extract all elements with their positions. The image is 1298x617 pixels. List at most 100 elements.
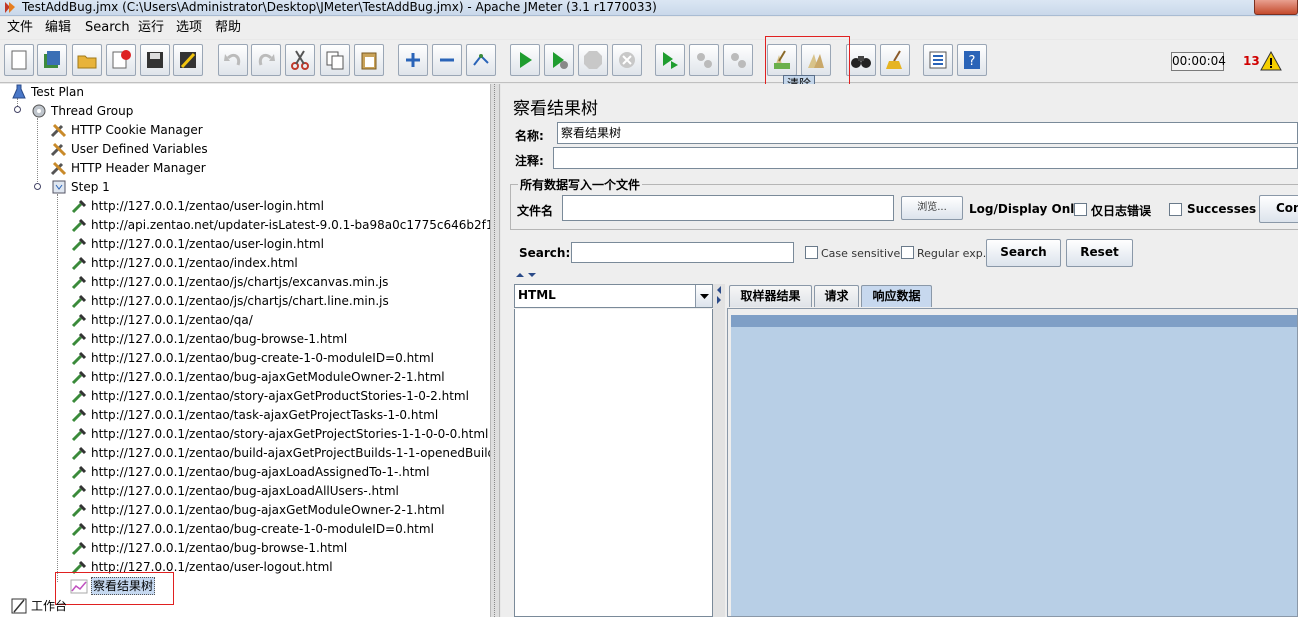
tree-node-http-sampler[interactable]: http://127.0.0.1/zentao/task-ajaxGetProj…	[70, 405, 438, 424]
tree-line	[57, 194, 58, 582]
comment-field[interactable]	[553, 147, 1298, 169]
tree-node-http-sampler[interactable]: http://127.0.0.1/zentao/js/chartjs/chart…	[70, 291, 389, 310]
open-button[interactable]	[72, 44, 102, 76]
tree-node-http-sampler[interactable]: http://127.0.0.1/zentao/story-ajaxGetPro…	[70, 424, 488, 443]
tab-sampler-result[interactable]: 取样器结果	[729, 285, 812, 307]
close-button[interactable]	[106, 44, 136, 76]
remote-start-button[interactable]	[655, 44, 685, 76]
menu-options[interactable]: 选项	[174, 20, 204, 36]
reset-search-button[interactable]	[880, 44, 910, 76]
warning-icon[interactable]	[1260, 51, 1282, 71]
tree-node-http-sampler[interactable]: http://127.0.0.1/zentao/bug-ajaxGetModul…	[70, 367, 445, 386]
toggle-button[interactable]	[466, 44, 496, 76]
tree-node-test-plan[interactable]: Test Plan	[10, 84, 84, 101]
pipette-icon	[71, 465, 87, 479]
start-button[interactable]	[510, 44, 540, 76]
tree-node-cookie-manager[interactable]: HTTP Cookie Manager	[50, 120, 203, 139]
search-button[interactable]: Search	[986, 239, 1061, 267]
errors-only-checkbox[interactable]	[1074, 203, 1087, 216]
filename-field[interactable]	[562, 195, 894, 221]
regex-checkbox[interactable]	[901, 246, 914, 259]
tree-node-http-sampler[interactable]: http://127.0.0.1/zentao/bug-ajaxLoadAssi…	[70, 462, 429, 481]
results-list[interactable]	[514, 309, 713, 617]
regex-label: Regular exp.	[917, 247, 987, 260]
tree-node-http-sampler[interactable]: http://127.0.0.1/zentao/bug-create-1-0-m…	[70, 348, 434, 367]
window-close-button[interactable]	[1254, 0, 1298, 15]
menu-run[interactable]: 运行	[136, 20, 166, 36]
copy-button[interactable]	[320, 44, 350, 76]
response-data-pane[interactable]	[727, 308, 1298, 617]
function-helper-button[interactable]	[923, 44, 953, 76]
remote-stop-button[interactable]	[689, 44, 719, 76]
menu-edit[interactable]: 编辑	[43, 20, 73, 36]
save-screenshot-button[interactable]	[173, 44, 203, 76]
redo-button[interactable]	[251, 44, 281, 76]
tree-label: http://127.0.0.1/zentao/bug-browse-1.htm…	[91, 540, 348, 555]
results-splitter[interactable]	[713, 284, 725, 617]
tree-node-step-1[interactable]: Step 1	[50, 177, 110, 196]
tree-node-header-manager[interactable]: HTTP Header Manager	[50, 158, 206, 177]
tree-node-http-sampler[interactable]: http://127.0.0.1/zentao/index.html	[70, 253, 298, 272]
list-icon	[929, 51, 947, 69]
cut-button[interactable]	[285, 44, 315, 76]
successes-label: Successes	[1187, 202, 1257, 216]
renderer-selected: HTML	[518, 288, 556, 302]
tree-label: http://127.0.0.1/zentao/user-login.html	[91, 198, 324, 213]
start-no-pause-icon	[553, 52, 568, 69]
search-tree-button[interactable]	[846, 44, 876, 76]
menu-help[interactable]: 帮助	[213, 20, 243, 36]
collapse-toggle-icon[interactable]	[33, 182, 42, 191]
tab-request[interactable]: 请求	[814, 285, 859, 307]
main-splitter[interactable]	[490, 84, 500, 617]
tree-node-http-sampler[interactable]: http://127.0.0.1/zentao/story-ajaxGetPro…	[70, 386, 469, 405]
new-button[interactable]	[4, 44, 34, 76]
tree-node-http-sampler[interactable]: http://127.0.0.1/zentao/js/chartjs/excan…	[70, 272, 388, 291]
menu-search[interactable]: Search	[83, 20, 132, 36]
case-sensitive-checkbox[interactable]	[805, 246, 818, 259]
shutdown-button[interactable]	[612, 44, 642, 76]
undo-button[interactable]	[218, 44, 248, 76]
remote-shutdown-button[interactable]	[723, 44, 753, 76]
tree-label: http://127.0.0.1/zentao/index.html	[91, 255, 298, 270]
tree-node-http-sampler[interactable]: http://127.0.0.1/zentao/user-login.html	[70, 196, 324, 215]
tree-node-http-sampler[interactable]: http://api.zentao.net/updater-isLatest-9…	[70, 215, 496, 234]
chevron-down-icon[interactable]	[695, 285, 712, 307]
expand-button[interactable]	[398, 44, 428, 76]
tree-node-workbench[interactable]: 工作台	[10, 596, 67, 615]
tree-node-thread-group[interactable]: Thread Group	[30, 101, 133, 120]
tree-node-http-sampler[interactable]: http://127.0.0.1/zentao/bug-ajaxLoadAllU…	[70, 481, 399, 500]
tree-node-http-sampler[interactable]: http://127.0.0.1/zentao/user-login.html	[70, 234, 324, 253]
tree-node-http-sampler[interactable]: http://127.0.0.1/zentao/bug-browse-1.htm…	[70, 538, 347, 557]
successes-checkbox[interactable]	[1169, 203, 1182, 216]
tree-node-http-sampler[interactable]: http://127.0.0.1/zentao/bug-ajaxGetModul…	[70, 500, 445, 519]
name-field[interactable]: 察看结果树	[557, 122, 1298, 144]
menu-file[interactable]: 文件	[5, 20, 35, 36]
help-button[interactable]: ?	[957, 44, 987, 76]
tree-node-http-sampler[interactable]: http://127.0.0.1/zentao/qa/	[70, 310, 253, 329]
elapsed-timer: 00:00:04	[1171, 52, 1226, 71]
pipette-icon	[71, 522, 87, 536]
expand-icon	[406, 53, 420, 67]
browse-button[interactable]: 浏览...	[901, 196, 963, 220]
start-no-pause-button[interactable]	[544, 44, 574, 76]
vertical-split-arrows-icon[interactable]	[512, 272, 1298, 278]
name-label: 名称:	[515, 129, 544, 143]
renderer-select[interactable]: HTML	[514, 284, 713, 308]
stop-button[interactable]	[578, 44, 608, 76]
paste-button[interactable]	[354, 44, 384, 76]
configure-button[interactable]: Con	[1259, 195, 1298, 223]
tree-label: http://127.0.0.1/zentao/build-ajaxGetPro…	[91, 445, 496, 460]
templates-button[interactable]	[37, 44, 67, 76]
tab-response-data[interactable]: 响应数据	[861, 285, 932, 307]
search-input[interactable]	[571, 242, 794, 263]
remote-stop-icon	[697, 53, 712, 68]
collapse-button[interactable]	[432, 44, 462, 76]
tree-node-http-sampler[interactable]: http://127.0.0.1/zentao/build-ajaxGetPro…	[70, 443, 496, 462]
tree-node-http-sampler[interactable]: http://127.0.0.1/zentao/bug-create-1-0-m…	[70, 519, 434, 538]
splitter-grip	[494, 84, 496, 617]
tree-node-http-sampler[interactable]: http://127.0.0.1/zentao/bug-browse-1.htm…	[70, 329, 347, 348]
tree-node-user-defined-variables[interactable]: User Defined Variables	[50, 139, 208, 158]
save-button[interactable]	[140, 44, 170, 76]
collapse-toggle-icon[interactable]	[13, 105, 22, 114]
reset-button[interactable]: Reset	[1066, 239, 1133, 267]
